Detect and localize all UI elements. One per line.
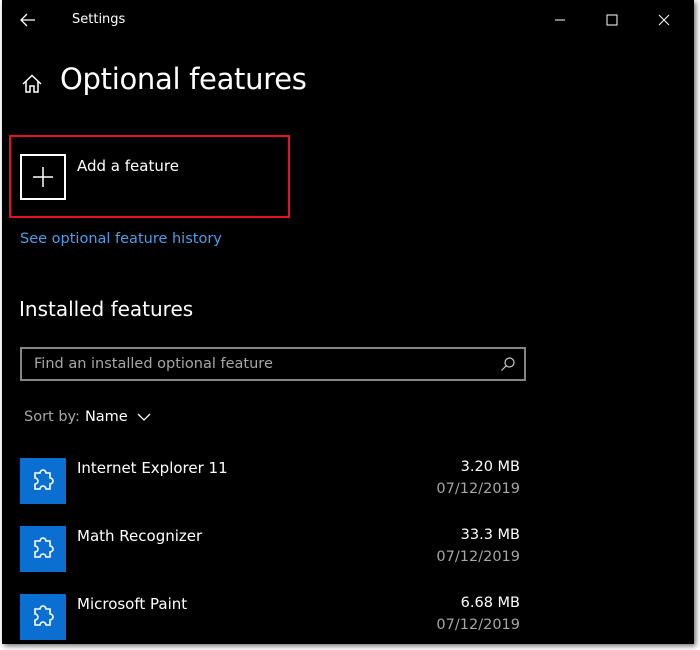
feature-name: Math Recognizer <box>77 527 203 545</box>
feature-icon-tile <box>20 594 66 640</box>
close-button[interactable] <box>644 6 684 34</box>
home-icon <box>22 74 42 93</box>
chevron-down-icon <box>137 413 151 421</box>
feature-item-microsoft-paint[interactable]: Microsoft Paint 6.68 MB 07/12/2019 <box>20 594 520 644</box>
search-box <box>20 347 526 381</box>
sort-dropdown[interactable]: Sort by: Name <box>24 409 151 425</box>
puzzle-piece-icon <box>34 537 54 558</box>
search-icon[interactable] <box>500 356 516 372</box>
feature-date: 07/12/2019 <box>436 617 520 633</box>
feature-name: Internet Explorer 11 <box>77 459 228 477</box>
home-button[interactable] <box>20 72 44 96</box>
settings-window: Settings Optional features Add a feature… <box>2 0 694 644</box>
feature-icon-tile <box>20 458 66 504</box>
puzzle-piece-icon <box>34 469 54 490</box>
puzzle-piece-icon <box>34 605 54 626</box>
app-title: Settings <box>72 12 126 27</box>
feature-history-link[interactable]: See optional feature history <box>20 231 222 247</box>
feature-size: 3.20 MB <box>460 459 520 475</box>
maximize-button[interactable] <box>592 6 632 34</box>
sort-label: Sort by: <box>24 409 80 425</box>
feature-item-internet-explorer-11[interactable]: Internet Explorer 11 3.20 MB 07/12/2019 <box>20 458 520 508</box>
close-icon <box>658 14 670 26</box>
title-bar: Settings <box>2 0 694 40</box>
feature-date: 07/12/2019 <box>436 549 520 565</box>
feature-date: 07/12/2019 <box>436 481 520 497</box>
add-feature-button[interactable]: Add a feature <box>20 154 280 202</box>
minimize-icon <box>555 19 565 21</box>
feature-icon-tile <box>20 526 66 572</box>
sort-value: Name <box>84 409 128 425</box>
plus-icon <box>33 167 53 187</box>
maximize-icon <box>606 14 618 26</box>
add-feature-label: Add a feature <box>77 157 179 175</box>
back-button[interactable] <box>16 8 40 32</box>
page-title: Optional features <box>60 62 307 96</box>
feature-size: 33.3 MB <box>460 527 520 543</box>
feature-name: Microsoft Paint <box>77 595 188 613</box>
installed-features-heading: Installed features <box>19 297 194 321</box>
minimize-button[interactable] <box>540 6 580 34</box>
search-input[interactable] <box>34 349 494 379</box>
add-feature-icon-box <box>20 154 66 200</box>
feature-size: 6.68 MB <box>460 595 520 611</box>
back-arrow-icon <box>20 13 35 27</box>
feature-item-math-recognizer[interactable]: Math Recognizer 33.3 MB 07/12/2019 <box>20 526 520 576</box>
